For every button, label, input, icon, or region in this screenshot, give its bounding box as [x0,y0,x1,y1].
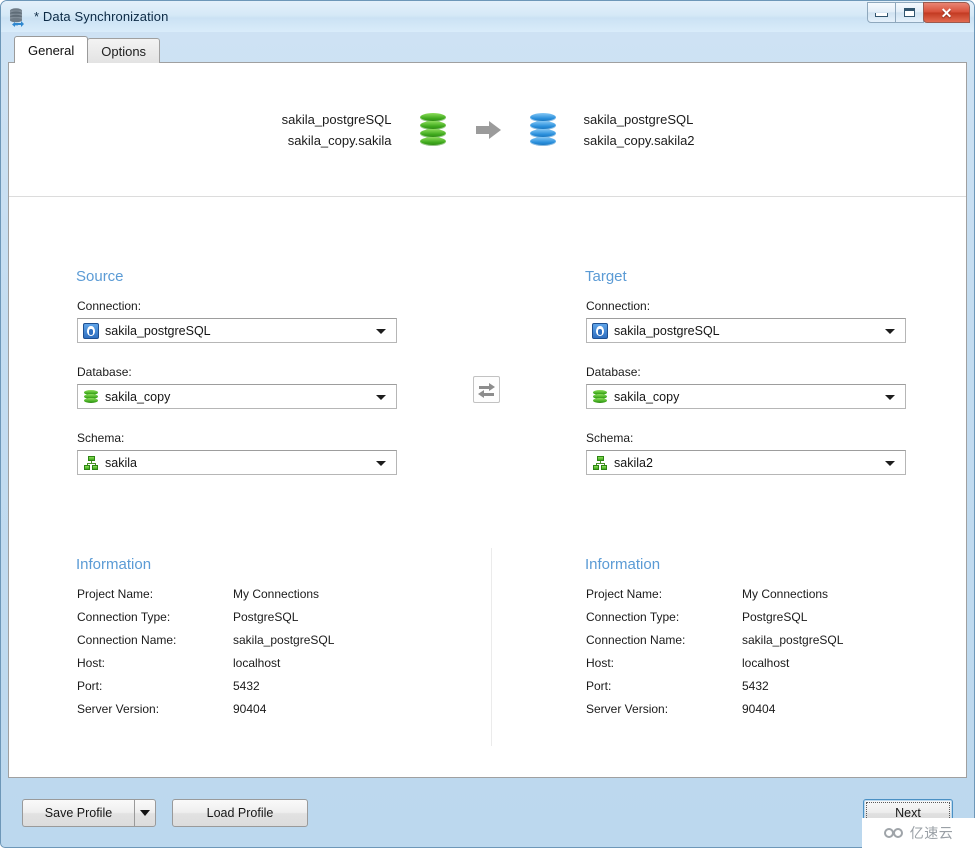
source-connection-combo[interactable]: sakila_postgreSQL [77,318,397,343]
client-area: General Options sakila_postgreSQL sakila… [8,36,967,807]
summary-source-text: sakila_postgreSQL sakila_copy.sakila [212,109,392,151]
summary-source-line2: sakila_copy.sakila [287,132,392,148]
info-left-value-1: PostgreSQL [233,610,299,624]
info-right-value-2: sakila_postgreSQL [742,633,844,647]
chevron-down-icon [885,461,895,466]
database-green-icon [418,112,448,147]
postgresql-icon [83,322,99,339]
summary-target-line2: sakila_copy.sakila2 [583,132,695,148]
info-left-label-4: Port: [77,679,103,693]
info-right-value-5: 90404 [742,702,776,716]
minimize-button[interactable] [867,2,896,23]
minimize-icon [875,13,888,17]
source-connection-value: sakila_postgreSQL [105,323,211,338]
target-database-label: Database: [586,365,641,379]
save-profile-label: Save Profile [44,806,113,820]
window-title: * Data Synchronization [34,9,169,24]
info-right-label-4: Port: [586,679,612,693]
schema-icon [83,455,99,471]
title-bar: * Data Synchronization ✕ [1,1,974,32]
source-connection-label: Connection: [77,299,142,313]
target-info-heading: Information [585,556,661,573]
database-green-icon [83,389,99,405]
maximize-icon [904,8,915,17]
arrow-right-icon [475,120,502,140]
target-connection-value: sakila_postgreSQL [614,323,720,338]
info-right-value-3: localhost [742,656,790,670]
database-blue-icon [528,112,558,147]
load-profile-button[interactable]: Load Profile [172,799,308,827]
window-controls: ✕ [867,2,970,23]
tab-strip: General Options [14,36,161,63]
chevron-down-icon [376,329,386,334]
info-left-label-5: Server Version: [77,702,160,716]
info-left-label-1: Connection Type: [77,610,171,624]
target-database-combo[interactable]: sakila_copy [586,384,906,409]
maximize-button[interactable] [895,2,924,23]
dialog-window: * Data Synchronization ✕ General Options [0,0,975,848]
source-database-label: Database: [77,365,132,379]
tab-panel-general: sakila_postgreSQL sakila_copy.sakila sak… [8,62,967,778]
info-left-value-4: 5432 [233,679,260,693]
chevron-down-icon [885,329,895,334]
source-schema-combo[interactable]: sakila [77,450,397,475]
info-right-value-0: My Connections [742,587,829,601]
info-left-value-5: 90404 [233,702,267,716]
tab-options[interactable]: Options [87,38,161,63]
chevron-down-icon [140,810,150,816]
database-green-icon [592,389,608,405]
source-database-value: sakila_copy [105,389,171,404]
info-right-label-1: Connection Type: [586,610,680,624]
info-right-label-2: Connection Name: [586,633,686,647]
chevron-down-icon [885,395,895,400]
sync-summary: sakila_postgreSQL sakila_copy.sakila sak… [9,63,966,197]
cloud-logo-icon [883,827,906,840]
info-left-label-3: Host: [77,656,106,670]
save-profile-dropdown-button[interactable] [134,799,156,827]
chevron-down-icon [376,395,386,400]
dialog-button-bar: Save Profile Load Profile Next [8,787,967,841]
info-right-label-0: Project Name: [586,587,663,601]
chevron-down-icon [376,461,386,466]
target-connection-combo[interactable]: sakila_postgreSQL [586,318,906,343]
target-schema-combo[interactable]: sakila2 [586,450,906,475]
source-heading: Source [76,268,124,285]
info-divider [491,548,492,746]
target-connection-label: Connection: [586,299,651,313]
watermark: 亿速云 [862,818,975,848]
postgresql-icon [592,322,608,339]
summary-target-text: sakila_postgreSQL sakila_copy.sakila2 [584,109,764,151]
schema-icon [592,455,608,471]
swap-source-target-button[interactable] [473,376,500,403]
data-sync-icon [8,7,28,27]
save-profile-button[interactable]: Save Profile [22,799,134,827]
info-left-label-0: Project Name: [77,587,154,601]
info-right-value-4: 5432 [742,679,769,693]
info-left-label-2: Connection Name: [77,633,177,647]
load-profile-label: Load Profile [206,806,274,820]
source-info-heading: Information [76,556,152,573]
info-right-label-3: Host: [586,656,615,670]
info-left-value-2: sakila_postgreSQL [233,633,335,647]
target-heading: Target [585,268,627,285]
tab-general-label: General [28,42,75,58]
close-icon: ✕ [940,4,953,21]
target-schema-value: sakila2 [614,455,653,470]
summary-target-line1: sakila_postgreSQL [583,111,694,127]
info-left-value-3: localhost [233,656,281,670]
info-right-label-5: Server Version: [586,702,669,716]
info-right-value-1: PostgreSQL [742,610,808,624]
info-left-value-0: My Connections [233,587,320,601]
tab-options-label: Options [101,43,147,59]
source-schema-label: Schema: [77,431,125,445]
summary-source-line1: sakila_postgreSQL [281,111,392,127]
tab-general[interactable]: General [14,36,89,63]
target-schema-label: Schema: [586,431,634,445]
source-database-combo[interactable]: sakila_copy [77,384,397,409]
target-database-value: sakila_copy [614,389,680,404]
source-schema-value: sakila [105,455,137,470]
watermark-text: 亿速云 [909,826,954,842]
close-button[interactable]: ✕ [923,2,970,23]
